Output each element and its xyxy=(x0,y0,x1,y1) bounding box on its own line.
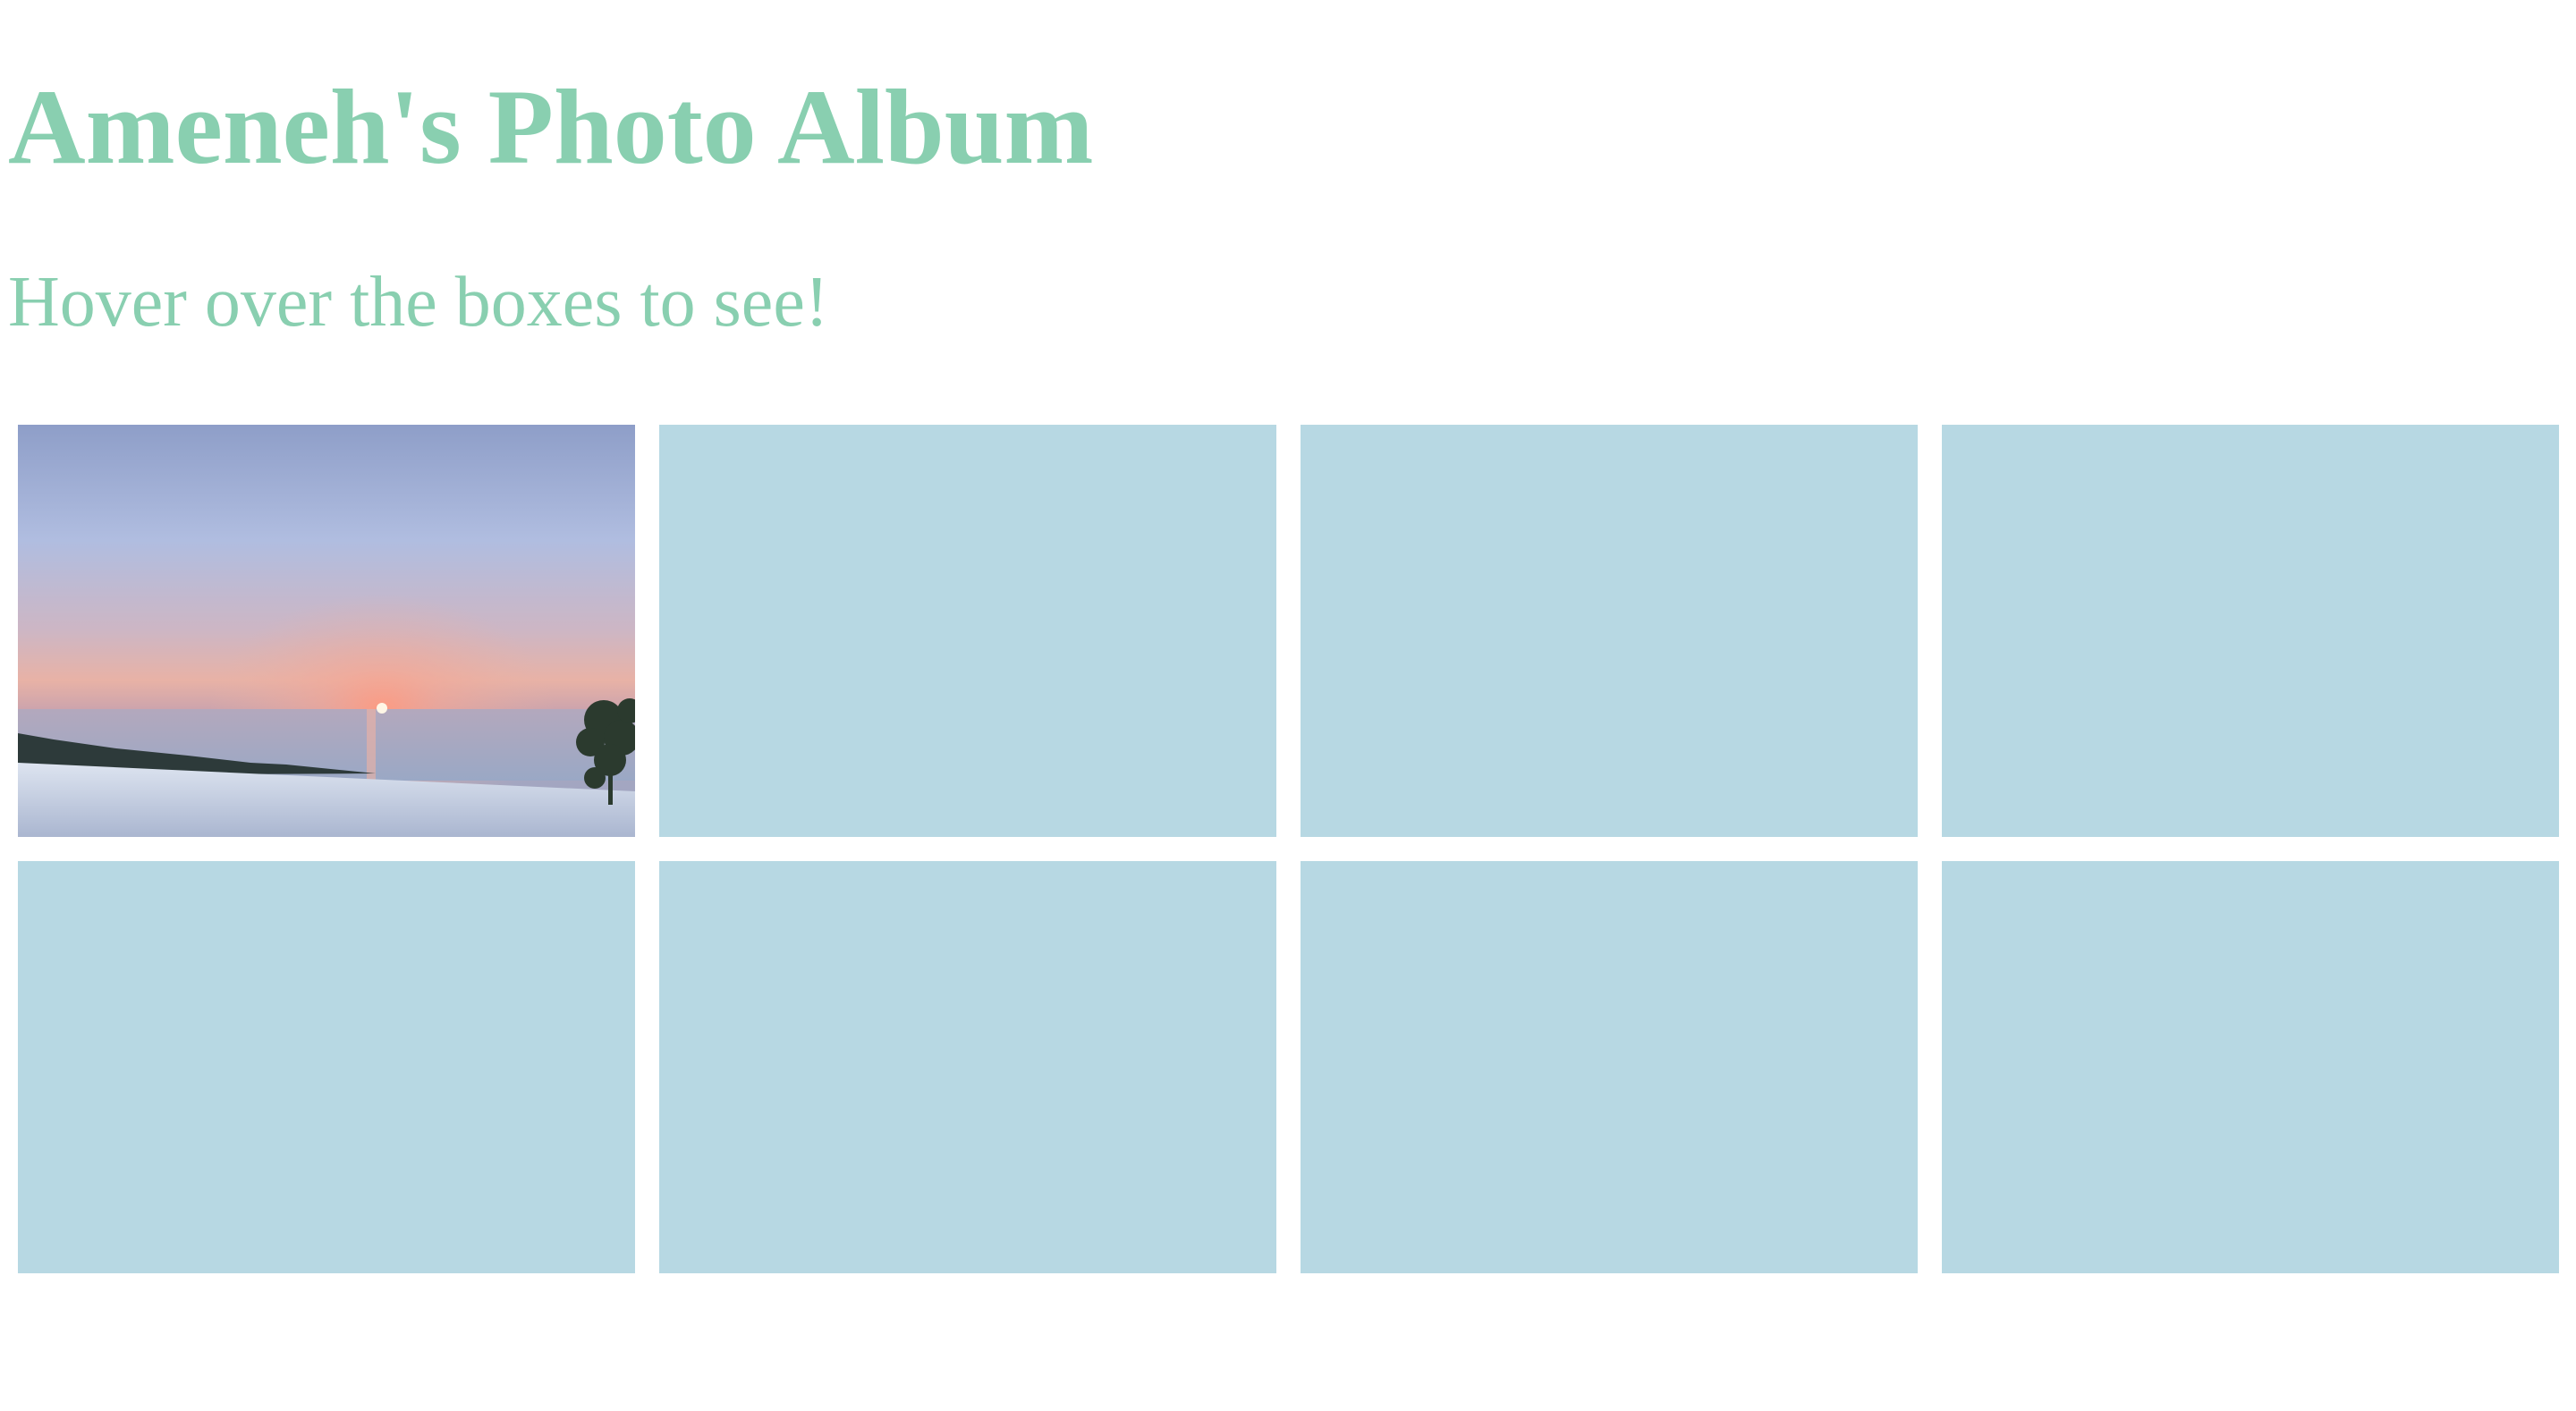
photo-box-8[interactable] xyxy=(1942,861,2559,1273)
photo-box-7[interactable] xyxy=(1301,861,1918,1273)
page-subtitle: Hover over the boxes to see! xyxy=(8,263,829,342)
photo-box-4[interactable] xyxy=(1942,425,2559,837)
photo-box-5[interactable] xyxy=(18,861,635,1273)
photo-grid xyxy=(18,425,2572,1273)
page-title: Ameneh's Photo Album xyxy=(8,67,1094,186)
photo-box-1[interactable] xyxy=(18,425,635,837)
photo-box-3[interactable] xyxy=(1301,425,1918,837)
photo-box-2[interactable] xyxy=(659,425,1276,837)
sunset-photo xyxy=(18,425,635,837)
photo-box-6[interactable] xyxy=(659,861,1276,1273)
